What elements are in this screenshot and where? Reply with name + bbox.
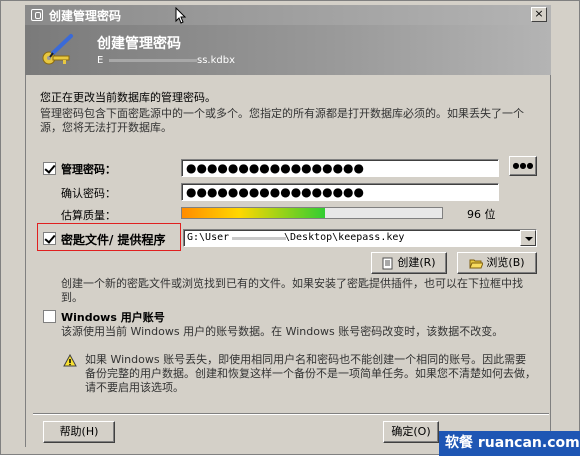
master-password-input[interactable]: ●●●●●●●●●●●●●●●●● [181, 159, 499, 177]
quality-bar [181, 207, 443, 219]
banner-subtitle-start: E [97, 55, 104, 66]
title-bar[interactable]: 创建管理密码 × [25, 5, 551, 25]
ok-button[interactable]: 确定(O) [383, 421, 439, 443]
key-file-hint: 创建一个新的密匙文件或浏览找到已有的文件。如果安装了密匙提供插件，也可以在下拉框… [61, 277, 523, 304]
master-password-checkbox[interactable] [43, 162, 56, 175]
site-watermark: 软餐 ruancan.com [439, 431, 580, 456]
create-key-button[interactable]: 创建(R) [371, 252, 447, 274]
browse-key-label: 浏览(B) [486, 256, 525, 269]
help-button[interactable]: 帮助(H) [43, 421, 115, 443]
dialog-window: 创建管理密码 × 创建管理密码 E ss.kdbx 您正在更改当前数据库的管理密… [0, 0, 580, 456]
banner-subtitle-end: ss.kdbx [197, 55, 236, 66]
banner: 创建管理密码 E ss.kdbx [25, 25, 551, 75]
windows-account-warning: 如果 Windows 账号丢失，即使用相同用户名和密码也不能创建一个相同的账号。… [85, 353, 536, 394]
key-pen-icon [42, 34, 73, 65]
close-button[interactable]: × [531, 7, 547, 22]
key-file-label: 密匙文件/ 提供程序 [61, 233, 166, 247]
key-file-path-start: G:\User [187, 232, 230, 243]
intro-line1: 您正在更改当前数据库的管理密码。 [40, 91, 216, 104]
key-file-checkbox[interactable] [43, 232, 56, 245]
confirm-password-label: 确认密码： [61, 187, 116, 200]
quality-label: 估算质量： [61, 209, 116, 222]
warning-icon [63, 354, 77, 367]
windows-account-checkbox[interactable] [43, 310, 56, 323]
banner-title: 创建管理密码 [97, 36, 181, 52]
create-key-label: 创建(R) [397, 256, 436, 269]
confirm-password-input[interactable]: ●●●●●●●●●●●●●●●●● [181, 183, 499, 201]
key-file-path-end: \Desktop\keepass.key [284, 232, 405, 243]
master-password-label: 管理密码： [61, 163, 116, 176]
intro-line2: 管理密码包含下面密匙源中的一个或多个。您指定的所有源都是打开数据库必须的。如果丢… [40, 107, 524, 134]
window-title: 创建管理密码 [49, 9, 122, 23]
redacted-path [109, 59, 197, 62]
new-file-icon [382, 257, 393, 269]
windows-account-label: Windows 用户账号 [61, 311, 165, 324]
quality-bar-fill [182, 208, 325, 218]
redacted-key-path [232, 237, 286, 240]
browse-key-button[interactable]: 浏览(B) [457, 252, 537, 274]
chevron-down-icon[interactable] [520, 230, 536, 246]
show-password-button[interactable]: ●●● [509, 156, 537, 176]
mouse-pointer-icon [175, 7, 187, 24]
key-file-combo[interactable]: G:\User \Desktop\keepass.key [183, 229, 537, 247]
footer-separator [33, 413, 549, 415]
folder-open-icon [469, 259, 484, 269]
quality-bits: 96 位 [467, 208, 496, 221]
windows-account-desc: 该源使用当前 Windows 用户的账号数据。在 Windows 账号密码改变时… [61, 325, 504, 338]
lock-icon [31, 9, 43, 21]
